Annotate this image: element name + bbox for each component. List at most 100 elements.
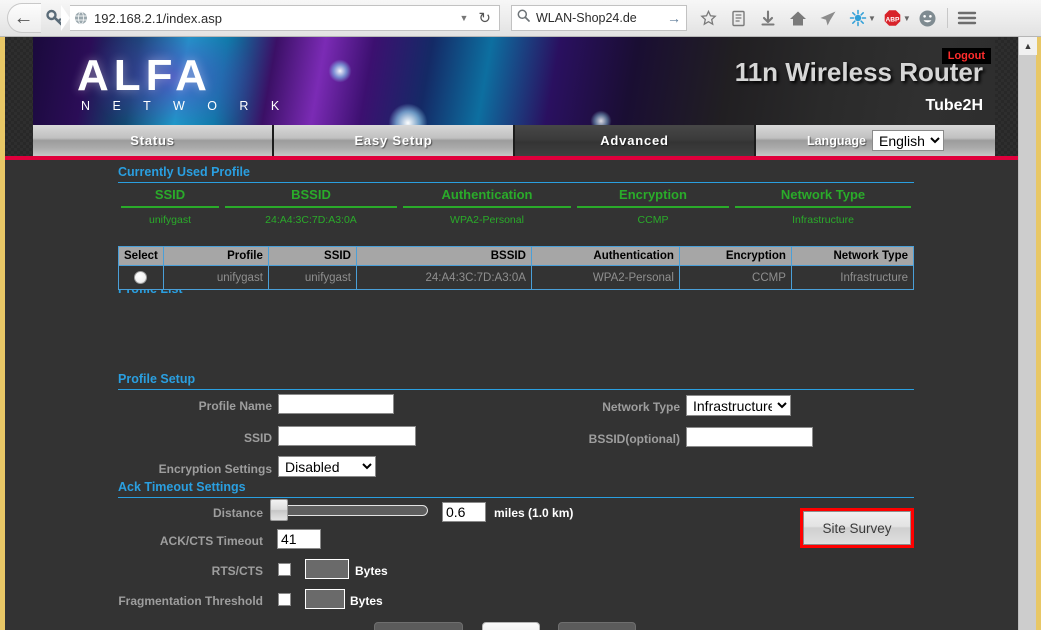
current-profile-header-auth: Authentication xyxy=(403,184,571,208)
browser-viewport: ALFA N E T W O R K 11n Wireless Router T… xyxy=(0,37,1041,630)
page-scrollbar[interactable]: ▲ xyxy=(1018,37,1037,630)
back-button[interactable]: ← xyxy=(7,3,41,33)
section-title-profile-setup: Profile Setup xyxy=(118,372,196,386)
section-title-ack-timeout: Ack Timeout Settings xyxy=(118,480,246,494)
current-profile-value-ssid: unifygast xyxy=(148,214,192,226)
chevron-down-icon[interactable]: ▼ xyxy=(868,14,876,23)
section-title-current-profile: Currently Used Profile xyxy=(118,165,250,179)
reload-icon[interactable]: ↻ xyxy=(474,9,495,27)
section-rule xyxy=(118,497,914,498)
label-distance: Distance xyxy=(212,506,263,520)
main-navigation: Status Easy Setup Advanced Language Engl… xyxy=(33,125,995,156)
language-selector-group: Language English xyxy=(756,125,995,156)
label-ack-cts-timeout: ACK/CTS Timeout xyxy=(159,534,263,548)
bssid-input[interactable] xyxy=(686,427,813,447)
tab-easy-setup[interactable]: Easy Setup xyxy=(274,125,515,156)
distance-value-input[interactable] xyxy=(442,502,486,522)
alfa-logo-subtitle: N E T W O R K xyxy=(81,99,289,113)
label-encryption-settings: Encryption Settings xyxy=(158,462,272,476)
search-icon xyxy=(517,9,530,27)
address-bar-text: 192.168.2.1/index.asp xyxy=(94,10,222,26)
current-profile-value-row: unifygast 24:A4:3C:7D:A3:0A WPA2-Persona… xyxy=(118,208,914,229)
language-label: Language xyxy=(806,133,867,148)
chevron-down-icon[interactable]: ▼ xyxy=(903,14,911,23)
encryption-settings-select[interactable]: Disabled xyxy=(278,456,376,477)
current-profile-header-ssid: SSID xyxy=(121,184,219,208)
row-select-cell[interactable] xyxy=(118,265,164,290)
search-bar[interactable]: WLAN-Shop24.de → xyxy=(511,5,687,31)
rts-cts-unit-label: Bytes xyxy=(355,564,388,578)
current-profile-table: SSID BSSID Authentication Encryption Net… xyxy=(118,184,914,229)
downloads-icon[interactable] xyxy=(753,4,783,32)
browser-toolbar: ← 192.168.2.1/index.asp ▼ ↻ WLAN-Shop24.… xyxy=(0,0,1041,37)
cell-bssid: 24:A4:3C:7D:A3:0A xyxy=(355,265,532,290)
profile-list-table: Select Profile SSID BSSID Authentication… xyxy=(118,246,915,290)
add-button[interactable]: Add xyxy=(482,622,540,630)
back-arrow-icon: ← xyxy=(13,7,34,29)
label-rts-cts: RTS/CTS xyxy=(211,564,263,578)
brand-banner: ALFA N E T W O R K 11n Wireless Router T… xyxy=(33,37,995,125)
label-ssid: SSID xyxy=(243,431,272,445)
toolbar-divider xyxy=(946,8,948,28)
current-profile-header-row: SSID BSSID Authentication Encryption Net… xyxy=(118,184,914,208)
delete-button[interactable]: Delete xyxy=(558,622,636,630)
current-profile-value-enc: CCMP xyxy=(637,214,669,226)
col-header-auth: Authentication xyxy=(530,246,680,266)
fragmentation-checkbox[interactable] xyxy=(278,593,291,606)
reading-list-icon[interactable] xyxy=(723,4,753,32)
current-profile-value-auth: WPA2-Personal xyxy=(450,214,524,226)
browser-icon-group: ▼ ABP ▼ xyxy=(693,4,982,32)
label-network-type: Network Type xyxy=(602,400,680,414)
activate-button[interactable]: Activate xyxy=(374,622,463,630)
tab-status[interactable]: Status xyxy=(33,125,274,156)
alfa-logo: ALFA xyxy=(77,51,212,100)
profile-select-radio[interactable] xyxy=(134,271,148,284)
site-survey-highlight: Site Survey xyxy=(800,508,914,548)
hamburger-menu-icon[interactable] xyxy=(952,4,982,32)
pocket-icon[interactable] xyxy=(813,4,843,32)
section-rule xyxy=(118,389,914,390)
cell-nettype: Infrastructure xyxy=(790,265,915,290)
current-profile-header-enc: Encryption xyxy=(577,184,729,208)
current-profile-header-bssid: BSSID xyxy=(225,184,397,208)
fragmentation-input[interactable] xyxy=(305,589,345,609)
page-right-edge xyxy=(1036,37,1041,630)
rts-cts-checkbox[interactable] xyxy=(278,563,291,576)
arrow-right-icon[interactable]: → xyxy=(667,10,681,26)
site-survey-button[interactable]: Site Survey xyxy=(803,511,911,545)
search-input[interactable]: WLAN-Shop24.de xyxy=(536,11,667,25)
cell-profile: unifygast xyxy=(162,265,269,290)
table-row[interactable]: unifygast unifygast 24:A4:3C:7D:A3:0A WP… xyxy=(118,265,915,290)
distance-unit-label: miles (1.0 km) xyxy=(494,506,574,520)
logout-button[interactable]: Logout xyxy=(941,48,991,64)
distance-slider-thumb[interactable] xyxy=(270,499,288,521)
current-profile-value-nettype: Infrastructure xyxy=(792,214,854,226)
col-header-profile: Profile xyxy=(162,246,269,266)
address-bar[interactable]: 192.168.2.1/index.asp ▼ ↻ xyxy=(61,5,500,31)
smiley-feedback-icon[interactable] xyxy=(913,4,943,32)
device-model: Tube2H xyxy=(925,97,983,114)
cell-enc: CCMP xyxy=(678,265,792,290)
globe-icon xyxy=(74,11,88,25)
network-type-select[interactable]: Infrastructure xyxy=(686,395,791,416)
ack-cts-timeout-input[interactable] xyxy=(277,529,321,549)
chevron-down-icon[interactable]: ▼ xyxy=(454,13,475,23)
section-rule xyxy=(118,182,914,183)
home-icon[interactable] xyxy=(783,4,813,32)
current-profile-value-bssid: 24:A4:3C:7D:A3:0A xyxy=(265,214,357,226)
chevron-up-icon[interactable]: ▲ xyxy=(1019,37,1037,55)
distance-slider-track[interactable] xyxy=(273,505,428,516)
rts-cts-input[interactable] xyxy=(305,559,349,579)
profile-list-header-row: Select Profile SSID BSSID Authentication… xyxy=(118,246,915,266)
tab-advanced[interactable]: Advanced xyxy=(515,125,756,156)
col-header-ssid: SSID xyxy=(267,246,357,266)
ssid-input[interactable] xyxy=(278,426,416,446)
col-header-select: Select xyxy=(118,246,164,266)
label-profile-name: Profile Name xyxy=(198,399,272,413)
page-content: Currently Used Profile SSID BSSID Authen… xyxy=(5,160,1023,630)
col-header-nettype: Network Type xyxy=(790,246,915,266)
bookmark-star-icon[interactable] xyxy=(693,4,723,32)
language-select[interactable]: English xyxy=(872,130,945,151)
current-profile-header-nettype: Network Type xyxy=(735,184,911,208)
profile-name-input[interactable] xyxy=(278,394,394,414)
